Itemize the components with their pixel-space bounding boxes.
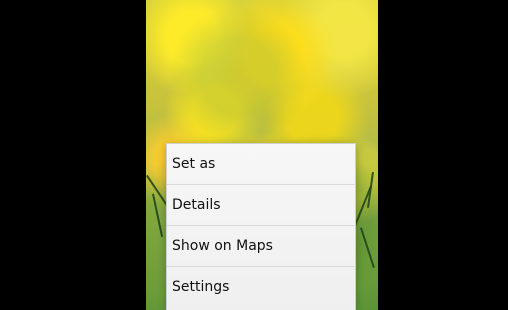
menu-item-details[interactable]: Details: [167, 185, 355, 226]
menu-item-set-as[interactable]: Set as: [167, 144, 355, 185]
context-menu: Set as Details Show on Maps Settings: [166, 143, 356, 310]
screen: Set as Details Show on Maps Settings: [0, 0, 508, 310]
menu-item-settings[interactable]: Settings: [167, 267, 355, 308]
menu-item-show-on-maps[interactable]: Show on Maps: [167, 226, 355, 267]
grass-stem: [360, 227, 375, 268]
